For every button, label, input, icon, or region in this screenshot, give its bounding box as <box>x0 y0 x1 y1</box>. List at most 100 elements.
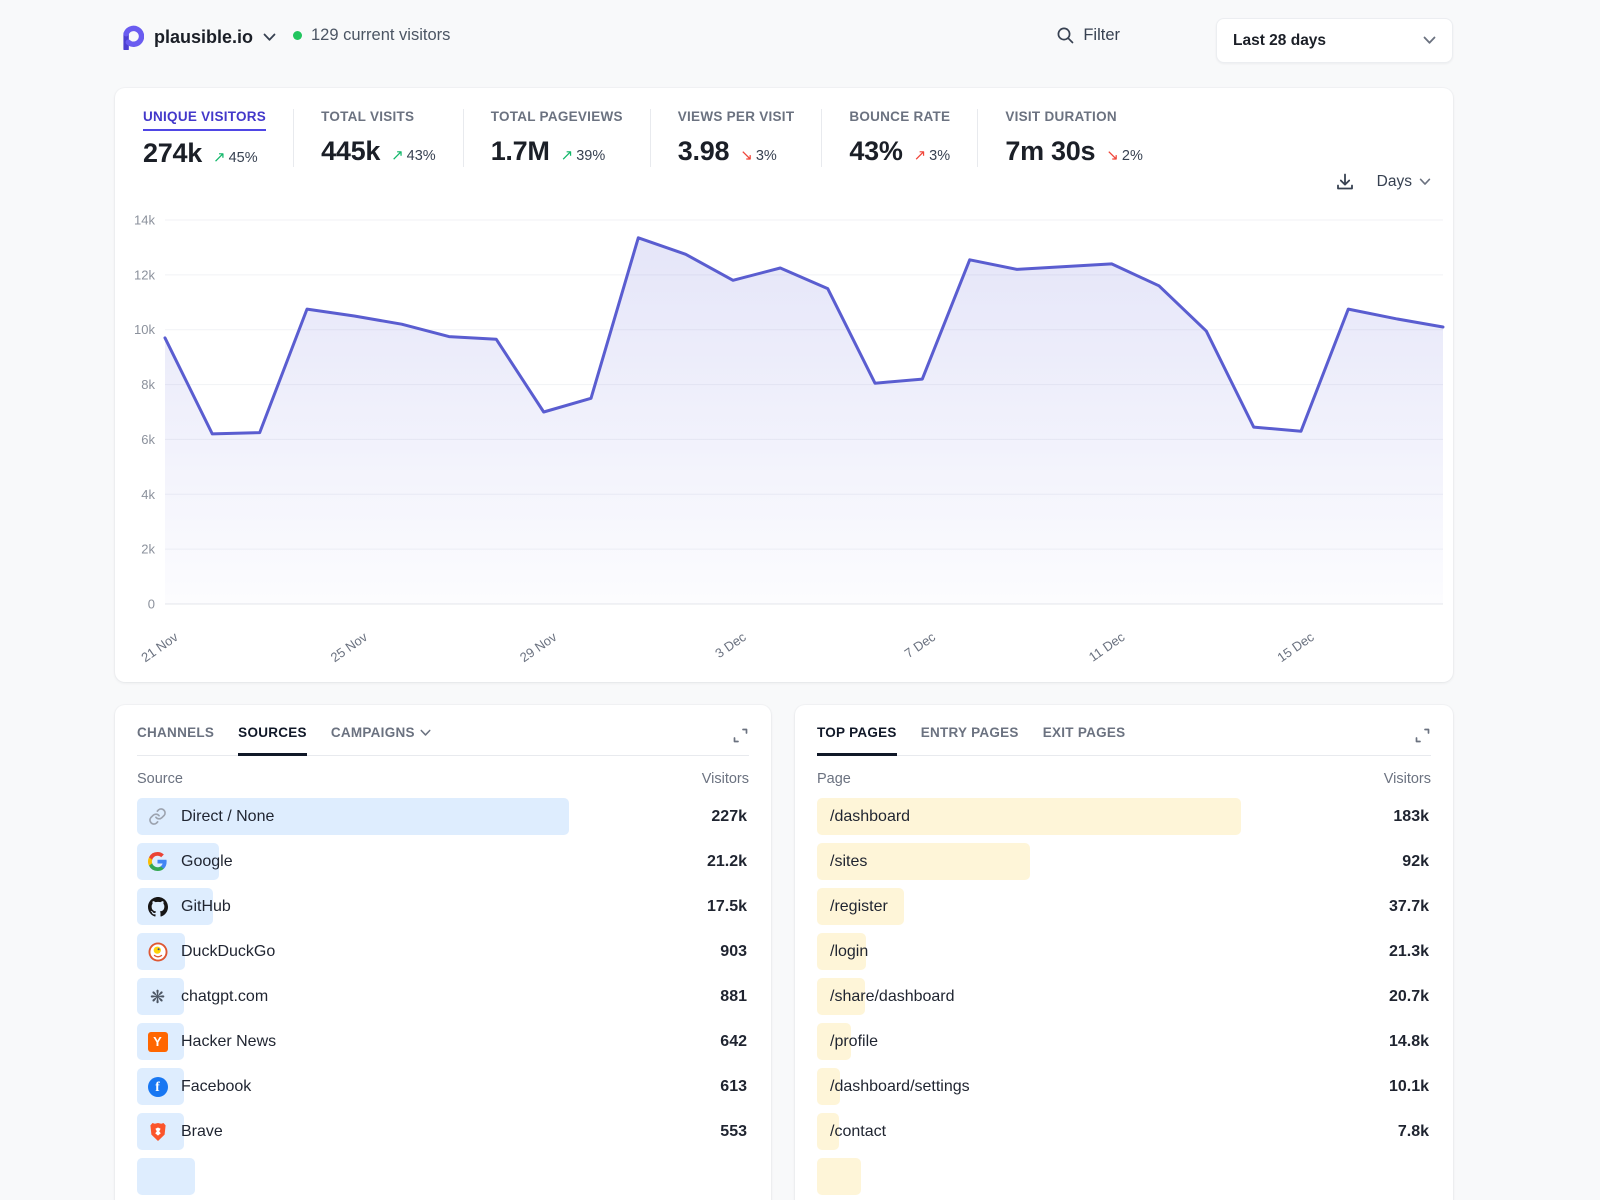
source-name: Facebook <box>181 1078 251 1096</box>
partial-row-bar <box>137 1158 195 1195</box>
site-name: plausible.io <box>154 27 253 48</box>
site-switcher[interactable]: plausible.io <box>118 24 276 50</box>
chevron-down-icon <box>420 729 431 737</box>
date-range-picker[interactable]: Last 28 days <box>1216 18 1453 63</box>
tab-top-pages[interactable]: TOP PAGES <box>817 725 897 755</box>
source-row[interactable]: f Facebook 613 <box>137 1068 749 1105</box>
source-name: Direct / None <box>181 808 274 826</box>
column-source: Source <box>137 771 183 787</box>
page-row[interactable]: /register 37.7k <box>817 888 1431 925</box>
search-icon <box>1056 26 1075 45</box>
sources-panel: CHANNELS SOURCES CAMPAIGNS Source Visito… <box>115 705 771 1200</box>
sources-tabs: CHANNELS SOURCES CAMPAIGNS <box>137 725 749 756</box>
source-visitors: 642 <box>720 1033 747 1051</box>
google-icon <box>147 851 168 872</box>
page-row[interactable]: /sites 92k <box>817 843 1431 880</box>
tab-entry-pages[interactable]: ENTRY PAGES <box>921 725 1019 755</box>
source-row-partial <box>137 1158 749 1195</box>
page-path: /sites <box>830 853 867 871</box>
y-axis-label: 10k <box>134 322 155 337</box>
column-visitors: Visitors <box>1384 771 1431 787</box>
source-visitors: 613 <box>720 1078 747 1096</box>
y-axis-label: 6k <box>141 432 155 447</box>
pages-tabs: TOP PAGES ENTRY PAGES EXIT PAGES <box>817 725 1431 756</box>
page-visitors: 7.8k <box>1398 1123 1429 1141</box>
source-row[interactable]: Y Hacker News 642 <box>137 1023 749 1060</box>
source-row[interactable]: Google 21.2k <box>137 843 749 880</box>
source-name: Hacker News <box>181 1033 276 1051</box>
openai-icon: ❋ <box>147 986 168 1007</box>
page-row[interactable]: /login 21.3k <box>817 933 1431 970</box>
page-visitors: 20.7k <box>1389 988 1429 1006</box>
chevron-down-icon <box>263 33 276 42</box>
page-row[interactable]: /contact 7.8k <box>817 1113 1431 1150</box>
hackernews-icon: Y <box>147 1031 168 1052</box>
expand-icon[interactable] <box>1414 727 1431 749</box>
y-axis-label: 4k <box>141 487 155 502</box>
x-axis-label: 25 Nov <box>328 629 371 665</box>
plausible-logo <box>118 24 144 50</box>
x-axis-label: 7 Dec <box>902 629 939 661</box>
source-row[interactable]: GitHub 17.5k <box>137 888 749 925</box>
source-name: Google <box>181 853 233 871</box>
tab-campaigns[interactable]: CAMPAIGNS <box>331 725 431 755</box>
page-path: /dashboard/settings <box>830 1078 970 1096</box>
y-axis-label: 14k <box>134 213 155 228</box>
source-name: Brave <box>181 1123 223 1141</box>
tab-sources[interactable]: SOURCES <box>238 725 307 755</box>
page-row-partial <box>817 1158 1431 1195</box>
page-path: /contact <box>830 1123 886 1141</box>
facebook-icon: f <box>147 1076 168 1097</box>
filter-label: Filter <box>1083 26 1120 45</box>
github-icon <box>147 896 168 917</box>
y-axis-label: 8k <box>141 377 155 392</box>
page-path: /share/dashboard <box>830 988 955 1006</box>
duckduckgo-icon <box>147 941 168 962</box>
page-path: /profile <box>830 1033 878 1051</box>
x-axis-label: 21 Nov <box>138 629 181 665</box>
tab-exit-pages[interactable]: EXIT PAGES <box>1043 725 1126 755</box>
source-name: DuckDuckGo <box>181 943 275 961</box>
page-visitors: 92k <box>1402 853 1429 871</box>
sources-list: Direct / None 227k Google 21.2k <box>137 798 749 1195</box>
sources-column-headers: Source Visitors <box>137 771 749 787</box>
column-visitors: Visitors <box>702 771 749 787</box>
y-axis-label: 2k <box>141 542 155 557</box>
tab-channels[interactable]: CHANNELS <box>137 725 214 755</box>
source-row[interactable]: Direct / None 227k <box>137 798 749 835</box>
filter-button[interactable]: Filter <box>1056 26 1120 45</box>
page-path: /login <box>830 943 868 961</box>
source-visitors: 227k <box>711 808 747 826</box>
column-page: Page <box>817 771 851 787</box>
current-visitors[interactable]: 129 current visitors <box>293 26 450 45</box>
brave-icon <box>147 1121 168 1142</box>
page-row[interactable]: /dashboard/settings 10.1k <box>817 1068 1431 1105</box>
page-row[interactable]: /share/dashboard 20.7k <box>817 978 1431 1015</box>
page-row[interactable]: /profile 14.8k <box>817 1023 1431 1060</box>
visitors-area-chart[interactable]: 0 2k 4k 6k 8k 10k 12k 14k 21 Nov 25 Nov 29 Nov 3 De… <box>115 88 1453 682</box>
source-visitors: 553 <box>720 1123 747 1141</box>
top-bar: plausible.io 129 current visitors Filter… <box>115 18 1455 66</box>
live-dot-icon <box>293 31 302 40</box>
source-name: GitHub <box>181 898 231 916</box>
page-visitors: 21.3k <box>1389 943 1429 961</box>
source-visitors: 17.5k <box>707 898 747 916</box>
x-axis-label: 29 Nov <box>517 629 560 665</box>
source-row[interactable]: ❋ chatgpt.com 881 <box>137 978 749 1015</box>
source-visitors: 881 <box>720 988 747 1006</box>
source-row[interactable]: DuckDuckGo 903 <box>137 933 749 970</box>
x-axis-label: 3 Dec <box>712 629 749 661</box>
pages-list: /dashboard 183k /sites 92k /register 37.… <box>817 798 1431 1195</box>
page-visitors: 14.8k <box>1389 1033 1429 1051</box>
date-range-value: Last 28 days <box>1233 32 1423 50</box>
source-row[interactable]: Brave 553 <box>137 1113 749 1150</box>
x-axis-label: 15 Dec <box>1274 629 1317 665</box>
expand-icon[interactable] <box>732 727 749 749</box>
source-visitors: 21.2k <box>707 853 747 871</box>
page-row[interactable]: /dashboard 183k <box>817 798 1431 835</box>
x-axis-label: 11 Dec <box>1086 629 1128 665</box>
page-visitors: 183k <box>1393 808 1429 826</box>
y-axis-label: 12k <box>134 267 155 282</box>
y-axis-label: 0 <box>148 597 155 612</box>
page-path: /dashboard <box>830 808 910 826</box>
